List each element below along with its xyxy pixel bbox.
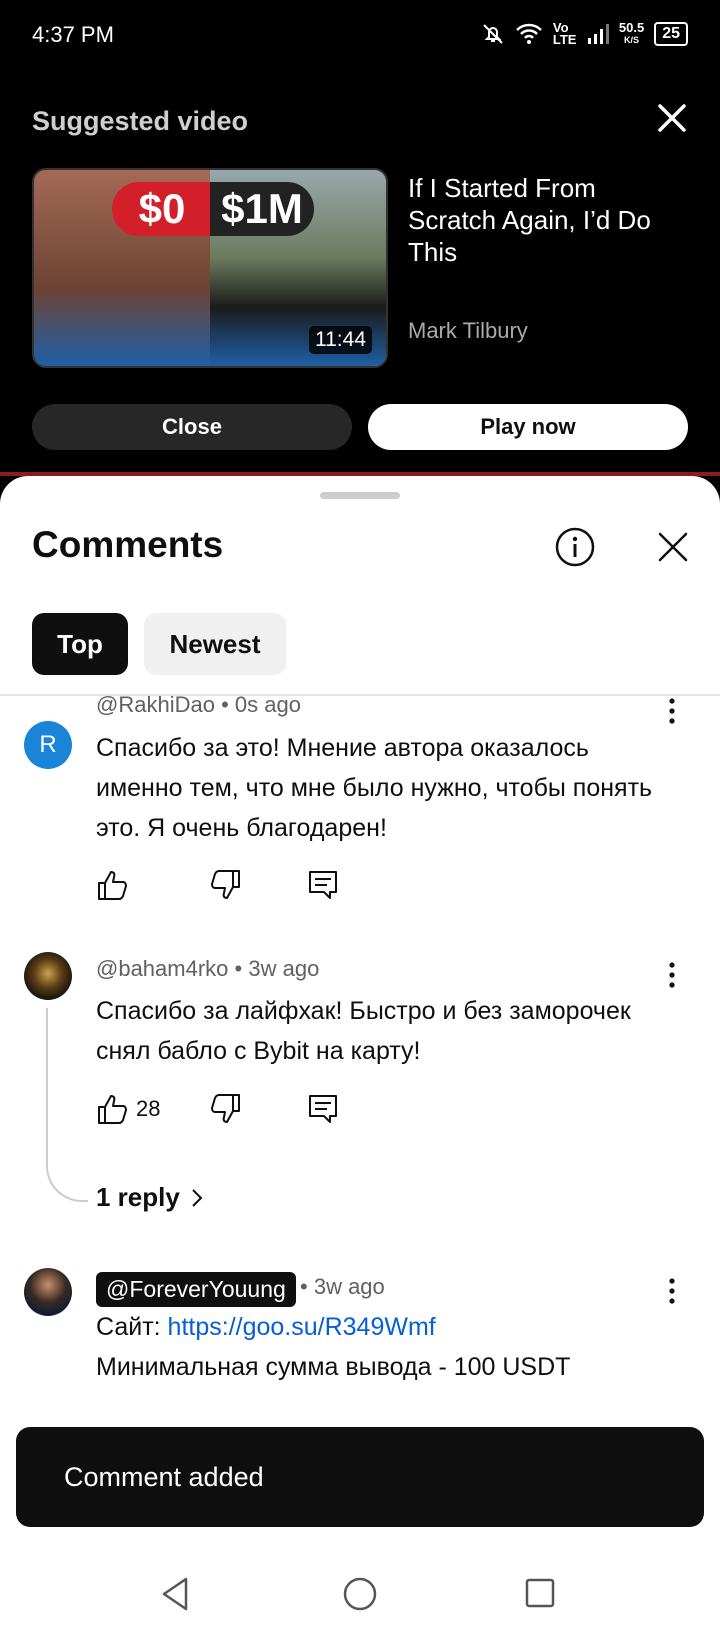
suggested-heading: Suggested video	[32, 106, 249, 136]
chevron-right-icon	[192, 1188, 203, 1207]
video-duration: 11:44	[309, 326, 372, 354]
more-vert-icon[interactable]	[660, 960, 684, 990]
comment-link[interactable]: https://goo.su/R349Wmf	[168, 1313, 436, 1341]
home-icon[interactable]	[342, 1576, 378, 1612]
suggested-video-panel: Suggested video $0 $1M 11:44 If I Starte…	[0, 72, 720, 472]
system-nav-bar	[0, 1546, 720, 1640]
info-icon[interactable]	[554, 526, 596, 568]
more-vert-icon[interactable]	[660, 696, 684, 726]
thumbnail-badge-left: $0	[112, 182, 212, 236]
network-type: Vo LTE	[552, 20, 577, 47]
battery-indicator: 25	[654, 22, 688, 46]
comment-age: 3w ago	[248, 956, 320, 981]
comment-age: 3w ago	[313, 1274, 385, 1299]
channel-name[interactable]: Mark Tilbury	[408, 318, 528, 344]
status-time: 4:37 PM	[32, 22, 114, 47]
wifi-icon	[516, 23, 542, 44]
comment-author[interactable]: @RakhiDao	[96, 692, 215, 717]
tab-top[interactable]: Top	[32, 613, 128, 675]
tab-newest[interactable]: Newest	[144, 613, 286, 675]
comment-text-partial: Минимальная сумма вывода - 100 USDT	[96, 1353, 571, 1381]
thumbnail-badge-right: $1M	[210, 182, 314, 236]
avatar[interactable]	[24, 1268, 72, 1316]
video-title[interactable]: If I Started From Scratch Again, I’d Do …	[408, 172, 688, 268]
close-icon[interactable]	[652, 98, 692, 138]
avatar[interactable]: R	[24, 721, 72, 769]
reply-icon[interactable]	[306, 868, 340, 902]
comment-age: 0s ago	[234, 692, 301, 717]
view-replies-button[interactable]: 1 reply	[96, 1182, 204, 1213]
net-speed-unit: K/S	[624, 35, 640, 45]
comment-text: Спасибо за лайфхак! Быстро и без замороч…	[96, 997, 631, 1065]
comment-text: Сайт: https://goo.su/R349Wmf	[96, 1307, 676, 1347]
avatar[interactable]	[24, 952, 72, 1000]
more-vert-icon[interactable]	[660, 1276, 684, 1306]
video-thumbnail[interactable]: $0 $1M 11:44	[32, 168, 388, 368]
comment-header: • 3w ago	[300, 1274, 385, 1300]
meta-separator: •	[234, 956, 249, 981]
site-label: Сайт:	[96, 1313, 168, 1341]
mute-bell-icon	[483, 24, 503, 44]
snackbar: Comment added	[16, 1427, 704, 1527]
like-icon[interactable]	[96, 868, 130, 902]
close-icon[interactable]	[652, 526, 694, 568]
comment-author[interactable]: @baham4rko	[96, 956, 228, 981]
like-icon[interactable]	[96, 1092, 130, 1126]
recents-icon[interactable]	[524, 1577, 556, 1609]
like-count: 28	[136, 1096, 161, 1121]
replies-label: 1 reply	[96, 1182, 180, 1212]
comment-header: @RakhiDao • 0s ago	[96, 692, 301, 718]
thread-line	[46, 1008, 88, 1202]
meta-separator: •	[300, 1274, 314, 1299]
avatar-letter: R	[39, 731, 57, 758]
comment-author-highlighted[interactable]: @ForeverYouung	[96, 1272, 296, 1307]
reply-icon[interactable]	[306, 1092, 340, 1126]
play-now-button[interactable]: Play now	[368, 404, 688, 450]
net-speed-value: 50.5	[618, 20, 645, 35]
snackbar-message: Comment added	[64, 1462, 264, 1492]
comments-sheet: Comments Top Newest R @RakhiDao • 0s ago…	[0, 476, 720, 1546]
status-icons: Vo LTE 50.5 K/S 25	[481, 20, 688, 47]
dislike-icon[interactable]	[208, 868, 242, 902]
close-button[interactable]: Close	[32, 404, 352, 450]
comment-text: Спасибо за это! Мнение автора оказалось …	[96, 734, 653, 842]
meta-separator: •	[221, 692, 235, 717]
comments-title: Comments	[32, 524, 224, 565]
comment-header: @baham4rko • 3w ago	[96, 956, 319, 982]
net-speed: 50.5 K/S	[618, 20, 645, 46]
status-bar: 4:37 PM Vo LTE 50.5 K/S 25	[0, 0, 720, 72]
back-icon[interactable]	[160, 1576, 190, 1612]
drag-handle[interactable]	[320, 492, 400, 499]
dislike-icon[interactable]	[208, 1092, 242, 1126]
signal-icon	[587, 24, 609, 44]
